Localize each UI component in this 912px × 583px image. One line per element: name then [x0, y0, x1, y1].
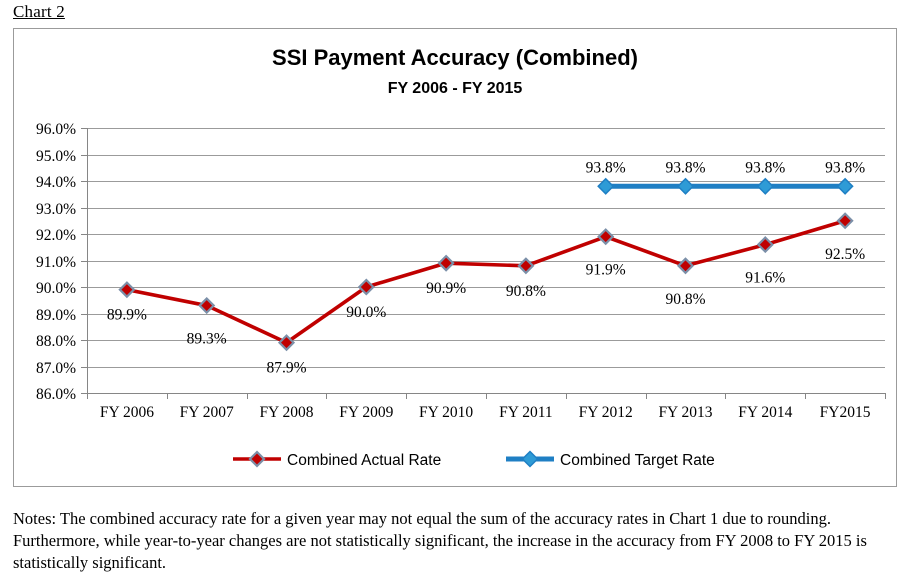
legend-marker	[248, 450, 266, 468]
data-point-marker[interactable]	[517, 257, 535, 275]
series-2: 93.8% 93.8% 93.8% 93.8%	[586, 159, 865, 195]
data-point-label: 90.8%	[506, 283, 546, 300]
x-axis-tick-label: FY 2013	[658, 404, 712, 421]
data-point-marker[interactable]	[597, 228, 615, 246]
data-point-label: 93.8%	[825, 159, 865, 176]
chart-title: SSI Payment Accuracy (Combined)	[272, 45, 638, 70]
x-axis-tick-label: FY 2014	[738, 404, 792, 421]
data-point-marker[interactable]	[756, 236, 774, 254]
data-point-label: 89.3%	[187, 331, 227, 348]
x-axis-tick-label: FY 2006	[100, 404, 154, 421]
x-axis-tick-label: FY 2010	[419, 404, 473, 421]
x-axis-tick-label: FY 2009	[339, 404, 393, 421]
data-point-label: 91.6%	[745, 270, 785, 287]
x-axis-tick-label: FY 2012	[579, 404, 633, 421]
series-line	[125, 218, 847, 345]
data-point-label: 89.9%	[107, 307, 147, 324]
y-axis-tick-label: 93.0%	[36, 201, 76, 218]
data-point-label: 92.5%	[825, 246, 865, 263]
data-point-label: 90.0%	[346, 304, 386, 321]
data-point-label: 93.8%	[586, 159, 626, 176]
y-axis-tick-label: 89.0%	[36, 307, 76, 324]
series-1: 89.9% 89.3% 87.9% 90.0% 90.9% 90.8% 91.9% 90.8%…	[107, 212, 865, 377]
y-axis-tick-label: 87.0%	[36, 360, 76, 377]
data-point-marker[interactable]	[118, 281, 136, 299]
y-axis-tick-label: 91.0%	[36, 254, 76, 271]
data-point-marker[interactable]	[836, 212, 854, 230]
line-chart: SSI Payment Accuracy (Combined) FY 2006 -…	[36, 45, 886, 469]
chart-legend: Combined Actual Rate Combined Target Rate	[233, 450, 715, 469]
data-point-label: 91.9%	[586, 262, 626, 279]
data-point-marker[interactable]	[676, 257, 695, 275]
chart-notes: Notes: The combined accuracy rate for a …	[13, 509, 867, 572]
data-point-label: 90.9%	[426, 280, 466, 297]
data-point-label: 87.9%	[266, 360, 306, 377]
y-axis-tick-label: 94.0%	[36, 174, 76, 191]
legend-marker	[521, 450, 539, 468]
legend-label: Combined Actual Rate	[287, 452, 441, 469]
chart-container: SSI Payment Accuracy (Combined) FY 2006 -…	[13, 28, 897, 487]
y-axis-tick-label: 90.0%	[36, 280, 76, 297]
x-axis-tick-label: FY2015	[820, 404, 871, 421]
y-axis-tick-label: 95.0%	[36, 148, 76, 165]
data-point-label: 93.8%	[665, 159, 705, 176]
x-axis-labels: FY 2006 FY 2007 FY 2008 FY 2009 FY 2010 FY 20…	[87, 393, 886, 421]
data-point-marker[interactable]	[198, 296, 216, 315]
x-axis-tick-label: FY 2011	[499, 404, 553, 421]
chart-caption: Chart 2	[13, 2, 65, 21]
y-axis-tick-label: 92.0%	[36, 227, 76, 244]
data-point-label: 93.8%	[745, 159, 785, 176]
y-axis-tick-label: 96.0%	[36, 121, 76, 138]
legend-label: Combined Target Rate	[560, 452, 715, 469]
x-axis-tick-label: FY 2007	[180, 404, 234, 421]
x-axis-tick-label: FY 2008	[259, 404, 313, 421]
y-axis-tick-label: 86.0%	[36, 386, 76, 403]
y-axis-tick-label: 88.0%	[36, 333, 76, 350]
data-point-label: 90.8%	[665, 291, 705, 308]
chart-subtitle: FY 2006 - FY 2015	[388, 80, 523, 97]
data-point-marker[interactable]	[437, 254, 455, 272]
